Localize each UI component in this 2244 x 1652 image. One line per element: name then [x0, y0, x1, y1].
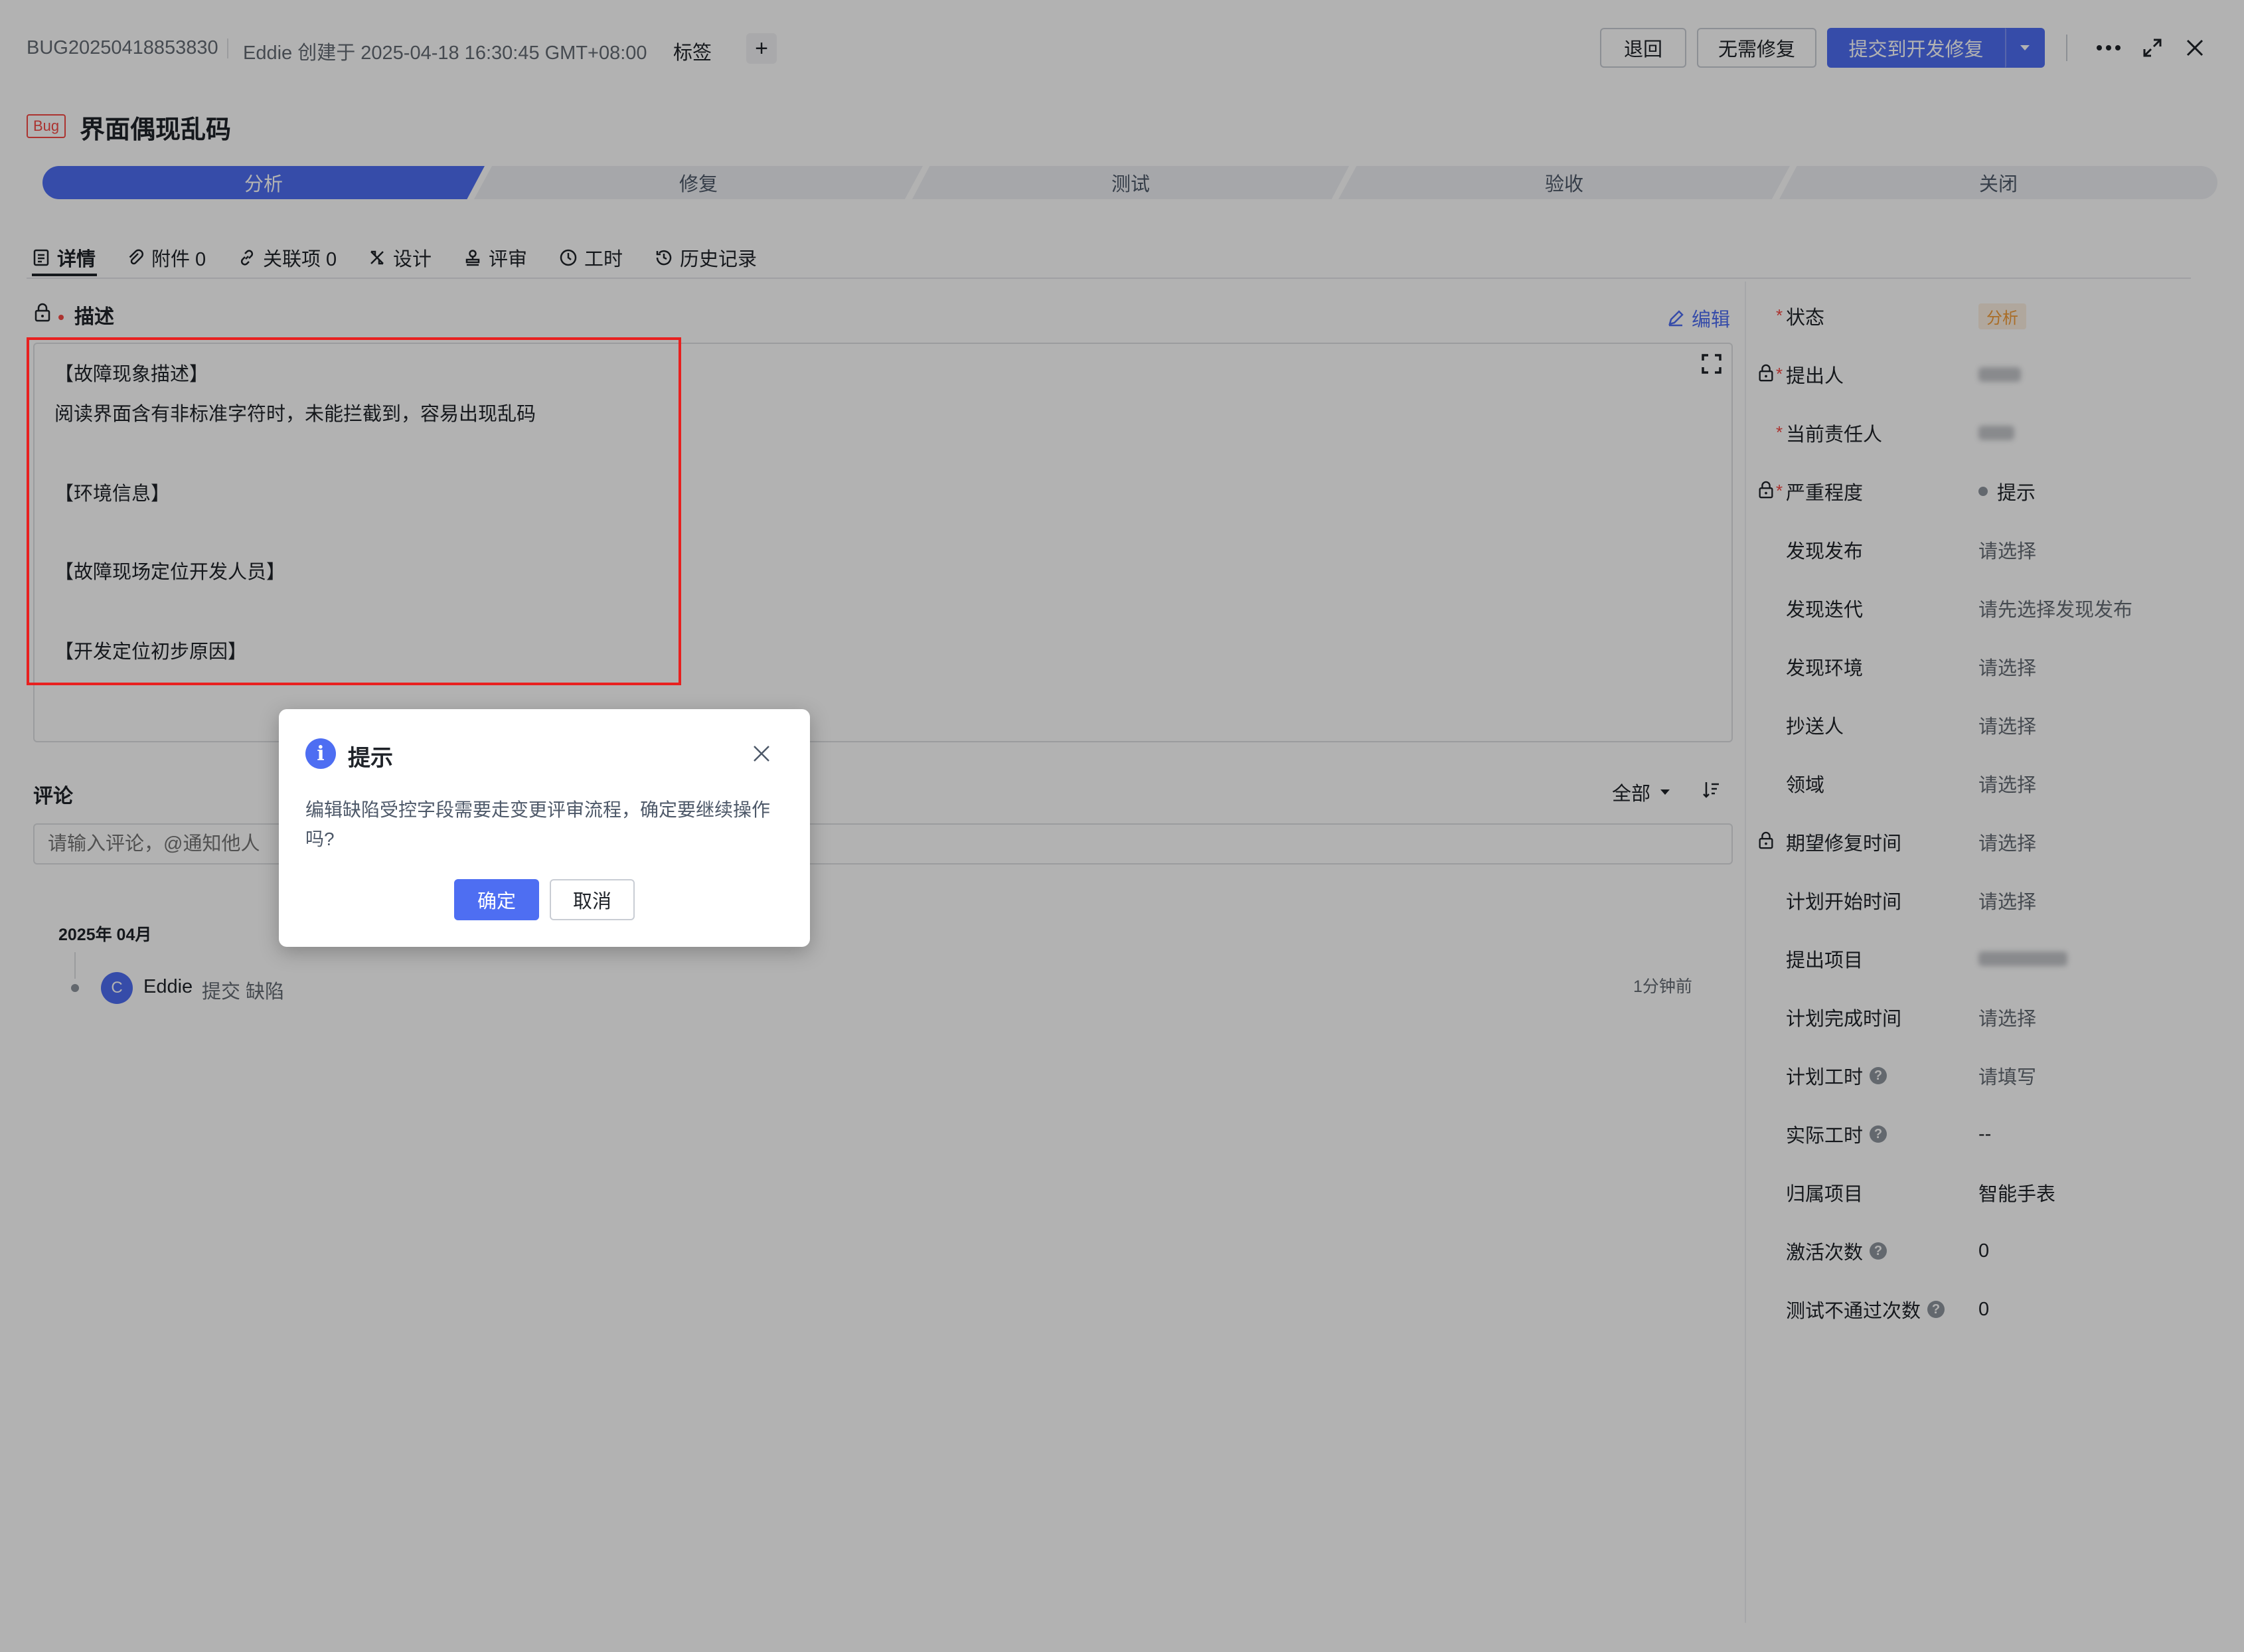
info-icon: i: [305, 738, 336, 769]
cancel-button[interactable]: 取消: [550, 879, 635, 920]
dialog-message: 编辑缺陷受控字段需要走变更评审流程，确定要继续操作吗?: [305, 799, 771, 849]
confirm-dialog: i 提示 编辑缺陷受控字段需要走变更评审流程，确定要继续操作吗? 确定 取消: [279, 709, 810, 947]
confirm-button[interactable]: 确定: [454, 879, 539, 920]
dialog-title: 提示: [348, 746, 393, 771]
highlight-box: [27, 337, 681, 685]
close-icon[interactable]: [752, 744, 771, 764]
